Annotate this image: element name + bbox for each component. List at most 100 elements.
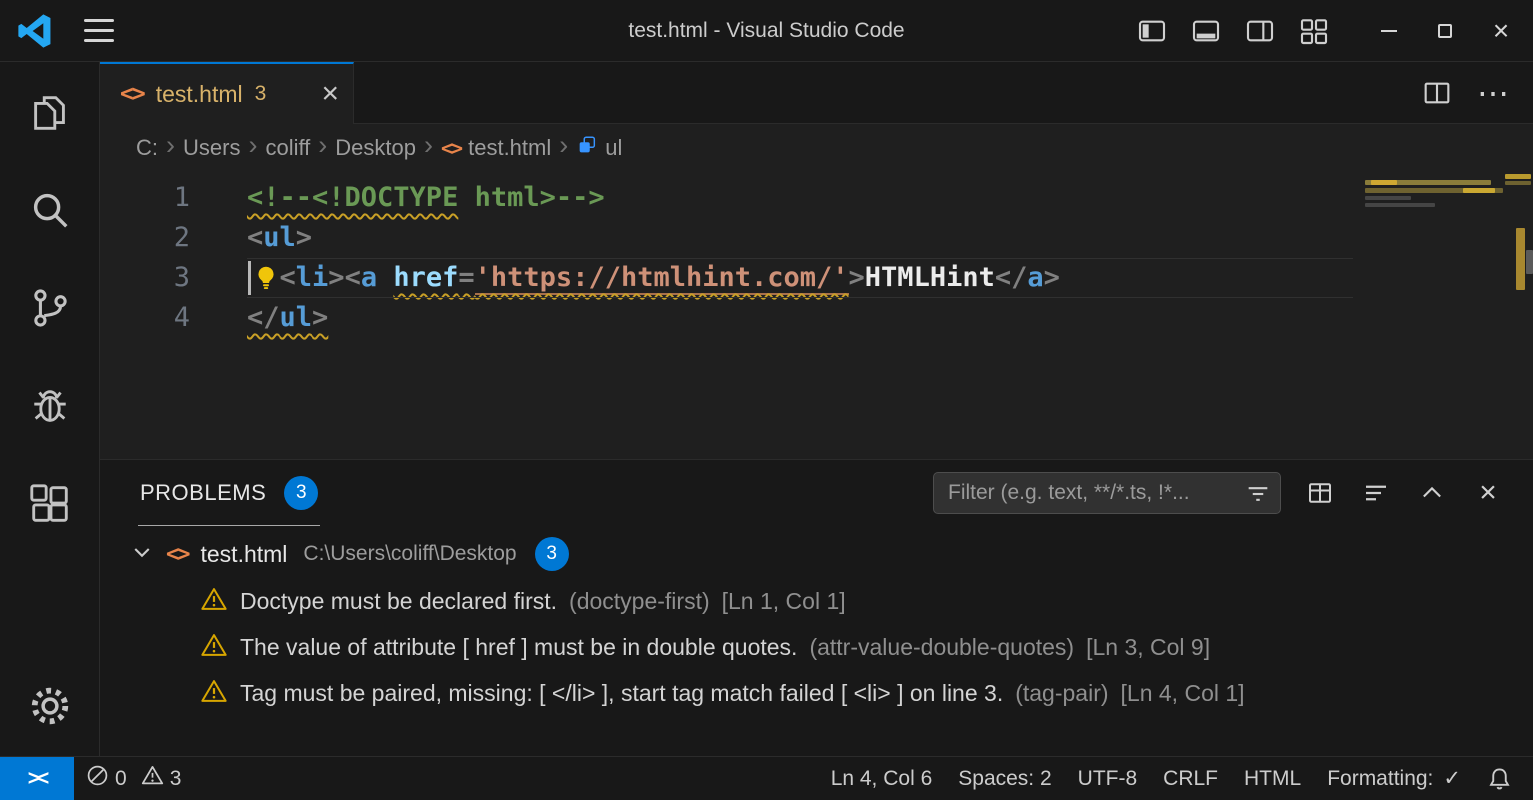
maximize-panel-icon[interactable]	[1409, 470, 1455, 516]
warning-icon	[200, 677, 228, 710]
editor-code-area[interactable]: 1<!--<!DOCTYPE html>-->2<ul>3 <li><a hre…	[100, 172, 1533, 459]
chevron-right-icon: ›	[310, 130, 335, 166]
panel-actions: ×	[1297, 470, 1511, 516]
eol-setting[interactable]: CRLF	[1150, 757, 1231, 800]
minimap-decoration	[1365, 196, 1411, 200]
problem-message: Tag must be paired, missing: [ </li> ], …	[240, 680, 1003, 707]
menu-hamburger-icon[interactable]	[84, 19, 114, 42]
tab-close-icon[interactable]: ×	[321, 79, 339, 109]
problems-status[interactable]: 0 3	[74, 757, 201, 800]
chevron-right-icon: ›	[158, 130, 183, 166]
text-cursor	[248, 261, 251, 295]
problems-panel: PROBLEMS 3	[100, 459, 1533, 756]
status-bar: >< 0 3 Ln 4, Col 6 Spaces: 2 UTF-8 CRLF …	[0, 756, 1533, 800]
panel-header: PROBLEMS 3	[100, 460, 1533, 526]
problem-item[interactable]: The value of attribute [ href ] must be …	[100, 624, 1533, 670]
code-line[interactable]: 2<ul>	[100, 218, 1533, 258]
html-file-icon: <>	[120, 81, 144, 107]
html-file-icon: <>	[441, 136, 461, 160]
main-area: <> test.html 3 × ⋯ C: › Users › coli	[0, 62, 1533, 756]
explorer-icon[interactable]	[24, 86, 76, 138]
problem-rule: (doctype-first)	[569, 588, 710, 615]
close-panel-icon[interactable]: ×	[1465, 470, 1511, 516]
more-actions-icon[interactable]: ⋯	[1473, 73, 1513, 113]
problem-location: [Ln 1, Col 1]	[722, 588, 846, 615]
html-file-icon: <>	[166, 542, 189, 567]
code-lines: 1<!--<!DOCTYPE html>-->2<ul>3 <li><a hre…	[100, 178, 1533, 338]
problems-file-group[interactable]: <> test.html C:\Users\coliff\Desktop 3	[100, 530, 1533, 578]
problems-list: Doctype must be declared first. (doctype…	[100, 578, 1533, 716]
problems-tree: <> test.html C:\Users\coliff\Desktop 3 D…	[100, 526, 1533, 756]
close-window-button[interactable]: ×	[1473, 8, 1529, 54]
breadcrumb-item-desktop[interactable]: Desktop	[335, 135, 416, 161]
problems-filter	[933, 472, 1281, 514]
problem-message: Doctype must be declared first.	[240, 588, 557, 615]
tab-bar: <> test.html 3 × ⋯	[100, 62, 1533, 124]
toggle-primary-sidebar-icon[interactable]	[1129, 8, 1175, 54]
chevron-right-icon: ›	[551, 130, 576, 166]
remote-indicator[interactable]: ><	[0, 757, 74, 800]
view-as-table-icon[interactable]	[1297, 470, 1343, 516]
problems-tab-label: PROBLEMS	[140, 480, 266, 506]
problem-message: The value of attribute [ href ] must be …	[240, 634, 797, 661]
minimap-decoration	[1371, 180, 1397, 185]
overview-ruler-mark	[1505, 174, 1531, 179]
search-icon[interactable]	[24, 184, 76, 236]
overview-ruler-mark	[1526, 250, 1533, 274]
notifications-bell-icon[interactable]	[1474, 757, 1525, 800]
tab-test-html[interactable]: <> test.html 3 ×	[100, 62, 354, 124]
vscode-logo-icon	[16, 12, 54, 50]
problem-item[interactable]: Doctype must be declared first. (doctype…	[100, 578, 1533, 624]
warning-icon	[200, 631, 228, 664]
code-line[interactable]: 4</ul>	[100, 298, 1533, 338]
editor-column: <> test.html 3 × ⋯ C: › Users › coli	[100, 62, 1533, 756]
maximize-button[interactable]	[1417, 8, 1473, 54]
problem-rule: (tag-pair)	[1015, 680, 1108, 707]
warning-icon	[200, 585, 228, 618]
breadcrumb-item-symbol-ul[interactable]: ul	[576, 134, 622, 162]
code-line-content: <!--<!DOCTYPE html>-->	[190, 178, 605, 218]
tab-problems[interactable]: PROBLEMS 3	[138, 460, 320, 526]
minimize-button[interactable]	[1361, 8, 1417, 54]
problem-location: [Ln 3, Col 9]	[1086, 634, 1210, 661]
chevron-down-icon[interactable]	[130, 540, 154, 569]
problem-rule: (attr-value-double-quotes)	[809, 634, 1074, 661]
minimap[interactable]	[1365, 178, 1505, 328]
breadcrumb-item-users[interactable]: Users	[183, 135, 240, 161]
filter-icon	[1244, 480, 1272, 513]
source-control-icon[interactable]	[24, 282, 76, 334]
collapse-all-icon[interactable]	[1353, 470, 1399, 516]
vscode-window: test.html - Visual Studio Code ×	[0, 0, 1533, 800]
encoding-setting[interactable]: UTF-8	[1065, 757, 1151, 800]
error-count: 0	[115, 767, 127, 791]
code-line[interactable]: 1<!--<!DOCTYPE html>-->	[100, 178, 1533, 218]
formatting-status[interactable]: Formatting: ✓	[1314, 757, 1474, 800]
problems-file-badge: 3	[535, 537, 569, 571]
problem-item[interactable]: Tag must be paired, missing: [ </li> ], …	[100, 670, 1533, 716]
code-line[interactable]: 3 <li><a href='https://htmlhint.com/'>HT…	[100, 258, 1533, 298]
indentation-setting[interactable]: Spaces: 2	[945, 757, 1064, 800]
language-mode[interactable]: HTML	[1231, 757, 1314, 800]
activity-bar	[0, 62, 100, 756]
title-bar: test.html - Visual Studio Code ×	[0, 0, 1533, 62]
line-number: 1	[100, 178, 190, 218]
extensions-icon[interactable]	[24, 478, 76, 530]
toggle-panel-icon[interactable]	[1183, 8, 1229, 54]
split-editor-icon[interactable]	[1417, 73, 1457, 113]
problems-file-path: C:\Users\coliff\Desktop	[303, 542, 516, 566]
settings-gear-icon[interactable]	[24, 680, 76, 732]
tab-label: test.html	[156, 81, 243, 108]
chevron-right-icon: ›	[416, 130, 441, 166]
cursor-position[interactable]: Ln 4, Col 6	[818, 757, 946, 800]
title-bar-actions: ×	[1129, 8, 1533, 54]
problems-filter-input[interactable]	[934, 481, 1280, 505]
breadcrumb-item-coliff[interactable]: coliff	[265, 135, 310, 161]
error-icon	[86, 764, 109, 793]
run-debug-icon[interactable]	[24, 380, 76, 432]
problems-count-badge: 3	[284, 476, 318, 510]
check-icon: ✓	[1443, 766, 1461, 791]
breadcrumb-item-file[interactable]: <> test.html	[441, 135, 551, 161]
customize-layout-icon[interactable]	[1291, 8, 1337, 54]
breadcrumb-item-drive[interactable]: C:	[136, 135, 158, 161]
toggle-secondary-sidebar-icon[interactable]	[1237, 8, 1283, 54]
